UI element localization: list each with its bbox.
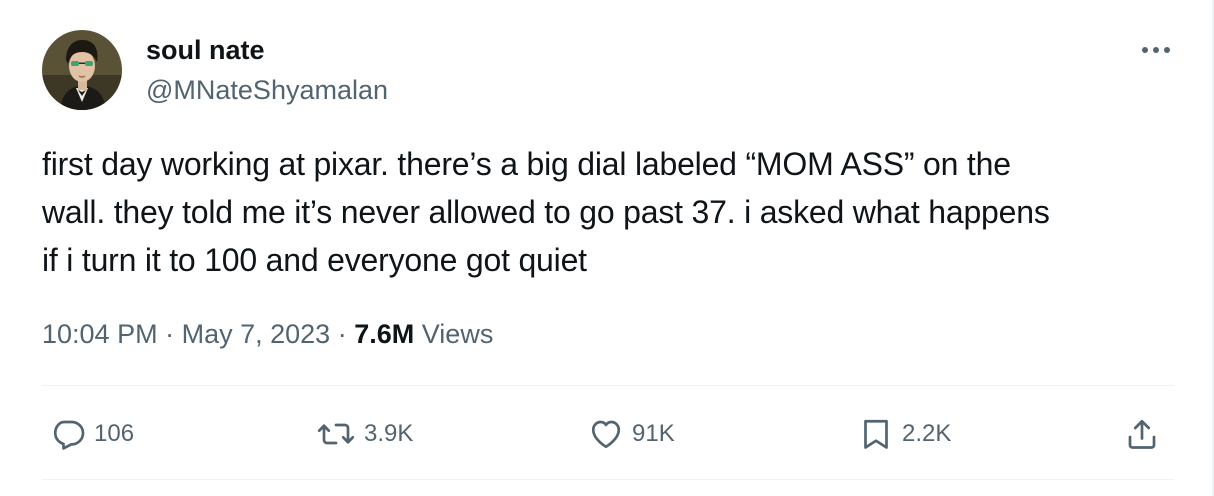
bookmark-icon [864,419,888,449]
share-button[interactable] [1124,414,1160,454]
divider [42,479,1174,480]
bookmark-count: 2.2K [902,420,952,447]
meta-separator: · [165,319,175,349]
display-name[interactable]: soul nate [146,34,265,66]
views-label: Views [421,319,494,349]
tweet-text-line: first day working at pixar. there’s a bi… [42,146,1011,182]
tweet-date[interactable]: May 7, 2023 [182,319,331,349]
retweet-count: 3.9K [364,420,414,447]
more-horizontal-icon [1142,47,1170,53]
bookmark-button[interactable]: 2.2K [858,414,951,454]
reply-bubble-icon [53,420,85,450]
like-button[interactable]: 91K [588,414,675,454]
tweet-text: first day working at pixar. there’s a bi… [42,140,1174,284]
tweet-meta: 10:04 PM · May 7, 2023 · 7.6M Views [42,314,493,354]
divider [42,385,1174,386]
like-count: 91K [632,420,675,447]
avatar-portrait-image [42,30,122,110]
retweet-icon [317,423,355,445]
heart-icon [591,420,621,449]
handle[interactable]: @MNateShyamalan [146,74,388,106]
tweet-text-line: if i turn it to 100 and everyone got qui… [42,242,587,278]
tweet-text-line: wall. they told me it’s never allowed to… [42,194,1050,230]
tweet-card: soul nate @MNateShyamalan first day work… [42,0,1174,496]
meta-separator: · [337,319,347,349]
reply-count: 106 [94,420,135,447]
views-count[interactable]: 7.6M [354,319,414,349]
tweet-time[interactable]: 10:04 PM [42,319,158,349]
share-upload-icon [1128,419,1156,449]
retweet-button[interactable]: 3.9K [316,414,413,454]
reply-button[interactable]: 106 [50,414,134,454]
more-options-button[interactable] [1138,38,1174,62]
avatar[interactable] [42,30,122,110]
